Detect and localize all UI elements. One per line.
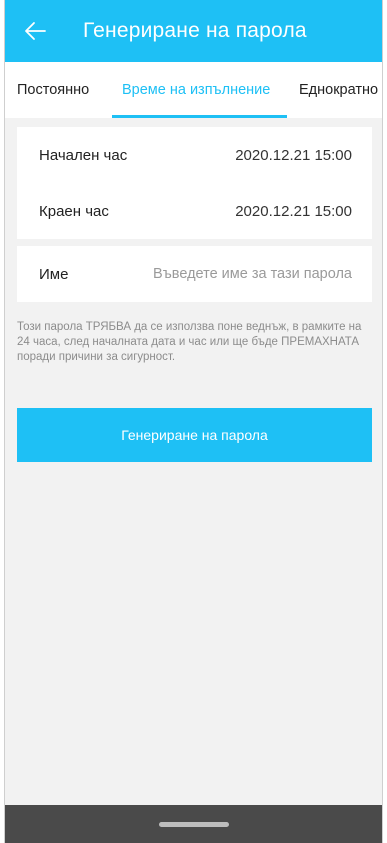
system-nav-bar <box>5 805 382 843</box>
name-label: Име <box>39 265 69 283</box>
name-input[interactable] <box>122 266 352 282</box>
notice-text: Този парола ТРЯБВА да се използва поне в… <box>17 321 362 363</box>
app-screen: Генериране на парола Постоянно Време на … <box>4 0 383 843</box>
app-bar: Генериране на парола <box>5 0 382 62</box>
start-time-value: 2020.12.21 15:00 <box>235 146 352 164</box>
time-card: Начален час 2020.12.21 15:00 Краен час 2… <box>17 127 372 239</box>
end-time-label: Краен час <box>39 202 109 220</box>
tab-scheduled[interactable]: Време на изпълнение <box>122 62 270 118</box>
active-tab-indicator <box>112 115 287 118</box>
name-card: Име <box>17 246 372 302</box>
arrow-left-icon <box>25 22 46 40</box>
name-row: Име <box>17 246 372 302</box>
end-time-value: 2020.12.21 15:00 <box>235 202 352 220</box>
tab-one-time[interactable]: Еднократно <box>299 62 378 118</box>
generate-password-button[interactable]: Генериране на парола <box>17 408 372 462</box>
tab-bar: Постоянно Време на изпълнение Еднократно <box>5 62 382 118</box>
home-handle[interactable] <box>158 821 229 827</box>
tab-permanent[interactable]: Постоянно <box>17 62 89 118</box>
page-title: Генериране на парола <box>83 19 307 42</box>
start-time-row[interactable]: Начален час 2020.12.21 15:00 <box>17 127 372 183</box>
back-button[interactable] <box>5 0 65 62</box>
end-time-row[interactable]: Краен час 2020.12.21 15:00 <box>17 183 372 239</box>
start-time-label: Начален час <box>39 146 128 164</box>
